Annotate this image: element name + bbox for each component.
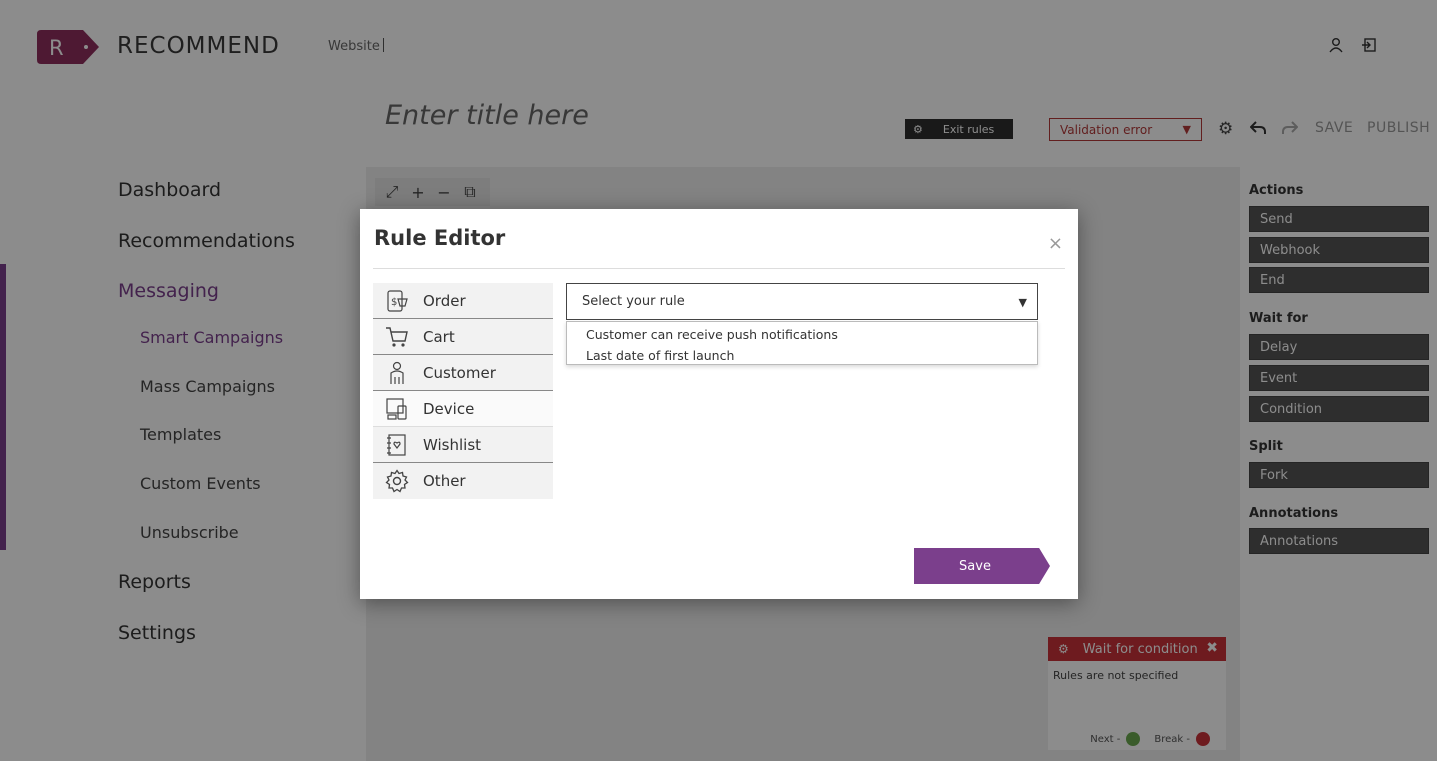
category-device[interactable]: Device: [373, 391, 553, 427]
category-label: Customer: [423, 363, 496, 382]
device-icon: [386, 397, 407, 420]
rule-options-list: Customer can receive push notifications …: [566, 321, 1038, 365]
cart-icon: [386, 326, 408, 347]
rule-option[interactable]: Last date of first launch: [567, 346, 1037, 367]
modal-save-button[interactable]: Save: [914, 548, 1050, 584]
category-customer[interactable]: Customer: [373, 355, 553, 391]
divider: [373, 268, 1065, 269]
category-list: $ Order Cart Customer Device Wishlist Ot…: [373, 283, 553, 499]
category-order[interactable]: $ Order: [373, 283, 553, 319]
wishlist-icon: [387, 433, 406, 456]
modal-title: Rule Editor: [374, 226, 506, 250]
category-wishlist[interactable]: Wishlist: [373, 427, 553, 463]
close-icon[interactable]: ×: [1048, 233, 1063, 254]
category-label: Other: [423, 472, 466, 490]
customer-icon: [390, 361, 404, 384]
category-label: Order: [423, 291, 466, 310]
order-icon: $: [387, 289, 408, 312]
caret-down-icon: ▼: [1018, 296, 1027, 309]
category-cart[interactable]: Cart: [373, 319, 553, 355]
category-label: Cart: [423, 327, 455, 346]
rule-select[interactable]: Select your rule ▼: [566, 283, 1038, 320]
category-label: Wishlist: [423, 435, 482, 454]
rule-select-label: Select your rule: [582, 294, 685, 309]
rule-option[interactable]: Customer can receive push notifications: [567, 325, 1037, 346]
gear-icon: [385, 469, 409, 493]
category-other[interactable]: Other: [373, 463, 553, 499]
svg-text:$: $: [391, 297, 397, 308]
rule-editor-modal: Rule Editor × $ Order Cart Customer Devi…: [360, 209, 1078, 599]
category-label: Device: [423, 399, 475, 418]
